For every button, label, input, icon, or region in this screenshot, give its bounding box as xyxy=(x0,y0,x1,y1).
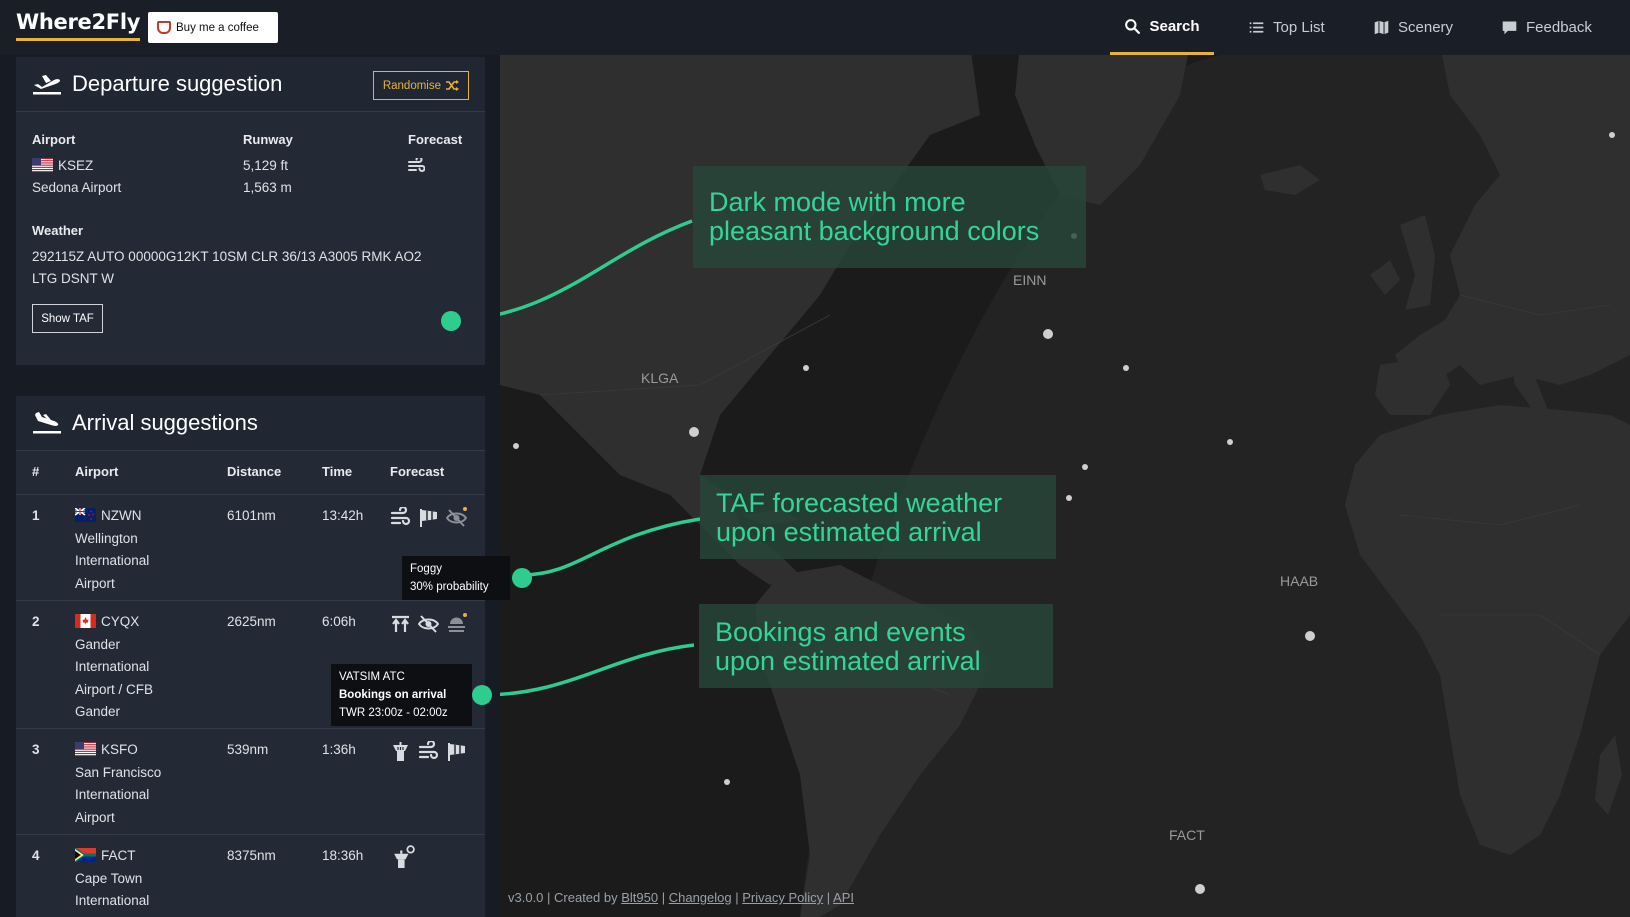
footer-author-link[interactable]: Blt950 xyxy=(621,890,658,905)
atc-tooltip-bookings: Bookings on arrival xyxy=(339,689,447,701)
footer-changelog-link[interactable]: Changelog xyxy=(669,890,732,905)
connector-dots xyxy=(441,311,532,705)
atc-tooltip-title: VATSIM ATC xyxy=(339,671,405,683)
foggy-tooltip-prob: 30% probability xyxy=(410,581,489,593)
foggy-tooltip-title: Foggy xyxy=(410,563,442,575)
atc-tooltip-time: TWR 23:00z - 02:00z xyxy=(339,707,448,719)
foggy-tooltip: Foggy 30% probability xyxy=(402,556,510,600)
footer-privacy-link[interactable]: Privacy Policy xyxy=(742,890,823,905)
footer-version: v3.0.0 | Created by xyxy=(508,890,618,905)
footer-api-link[interactable]: API xyxy=(833,890,854,905)
footer: v3.0.0 | Created by Blt950 | Changelog |… xyxy=(508,890,854,905)
atc-tooltip: VATSIM ATC Bookings on arrival TWR 23:00… xyxy=(331,664,472,726)
